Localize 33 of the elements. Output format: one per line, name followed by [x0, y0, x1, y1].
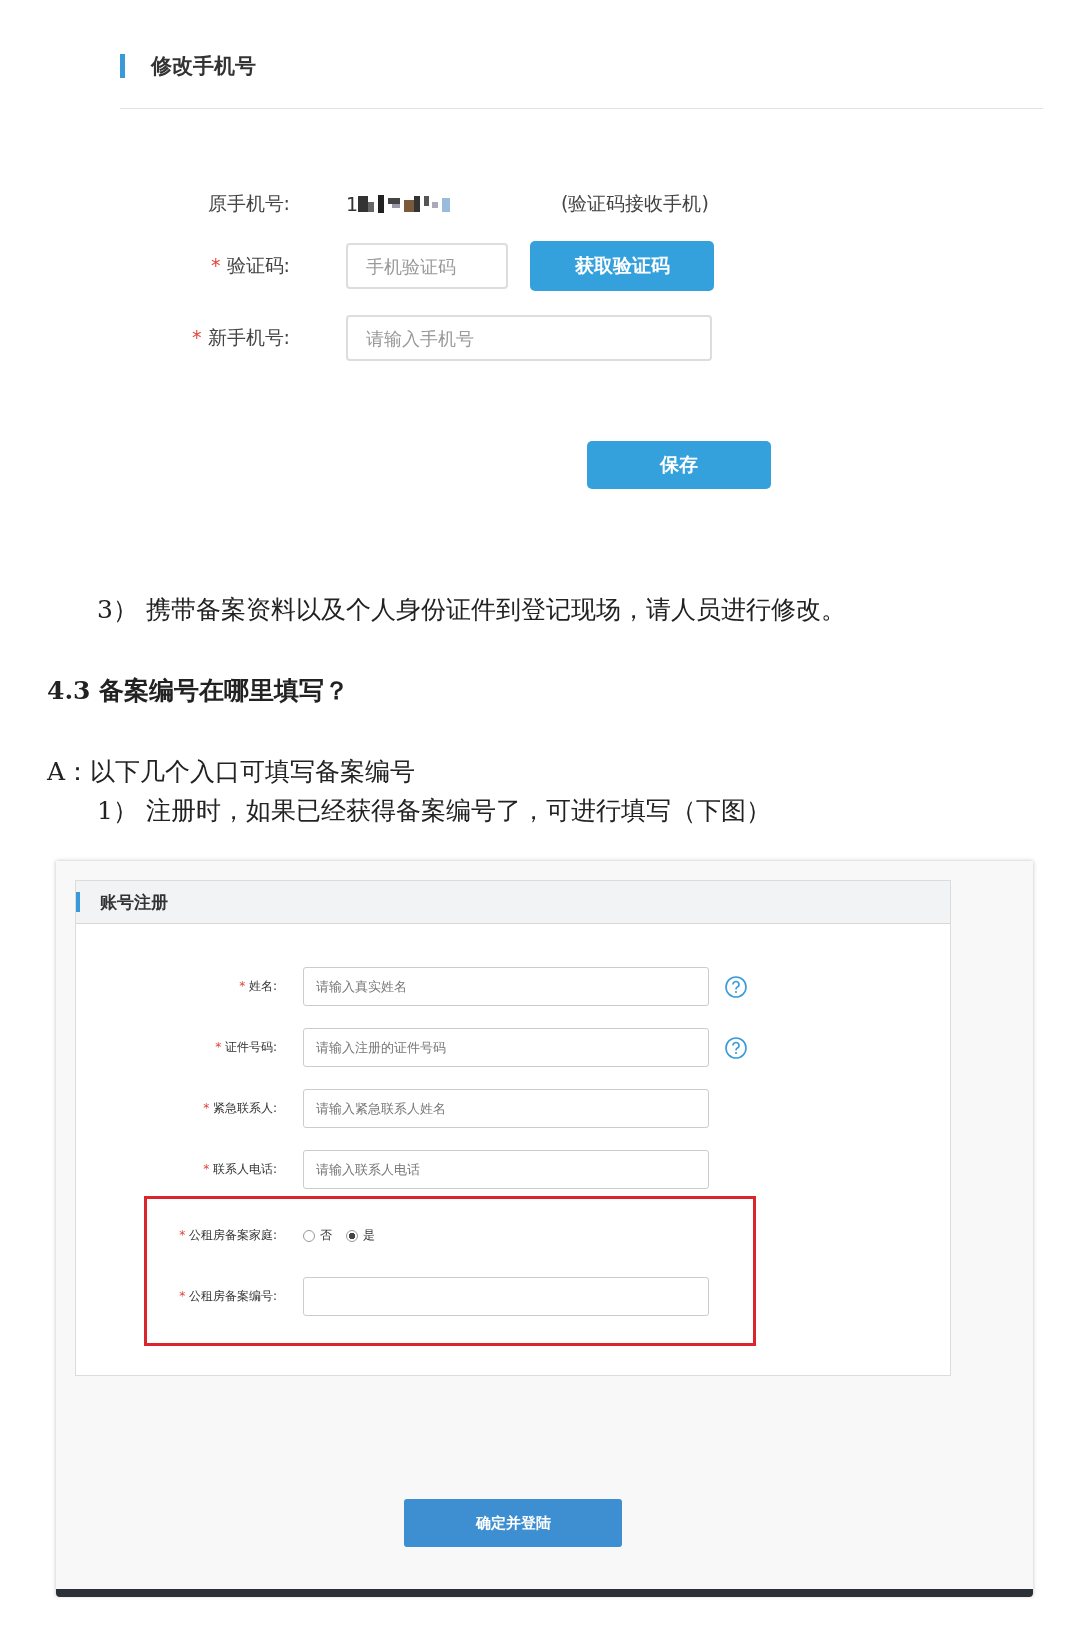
paragraph: A：以下几个入口可填写备案编号	[46, 756, 417, 788]
help-icon[interactable]	[725, 975, 747, 998]
heading-accent-bar	[76, 892, 80, 912]
paragraph: 3） 携带备案资料以及个人身份证件到登记现场，请人员进行修改。	[96, 594, 847, 626]
input-field[interactable]	[303, 1277, 709, 1316]
help-icon[interactable]	[725, 1036, 747, 1059]
field-label: * 姓名:	[238, 978, 278, 995]
field-label: * 公租房备案家庭:	[178, 1227, 278, 1244]
panel-title: 账号注册	[100, 890, 168, 914]
phone-note: (验证码接收手机)	[561, 191, 709, 216]
section-title: 修改手机号	[151, 53, 256, 80]
phone-field[interactable]: 请输入手机号	[346, 315, 712, 361]
section-heading: 4.3 备案编号在哪里填写？	[46, 675, 351, 707]
heading-accent-bar	[120, 54, 125, 78]
field-label: 原手机号:	[206, 191, 291, 216]
input-field[interactable]: 请输入紧急联系人姓名	[303, 1089, 709, 1128]
code-field[interactable]: 手机验证码	[346, 243, 508, 289]
input-field[interactable]: 请输入注册的证件号码	[303, 1028, 709, 1067]
submit-button[interactable]: 确定并登陆	[404, 1499, 622, 1547]
radio-option[interactable]: 是	[346, 1227, 375, 1244]
input-field[interactable]: 请输入联系人电话	[303, 1150, 709, 1189]
field-label: * 验证码:	[210, 253, 291, 278]
field-label: * 证件号码:	[214, 1039, 278, 1056]
radio-option[interactable]: 否	[303, 1227, 332, 1244]
field-label: * 公租房备案编号:	[178, 1288, 278, 1305]
field-label: * 新手机号:	[191, 325, 291, 350]
field-label: * 紧急联系人:	[202, 1100, 278, 1117]
get-code-button[interactable]: 获取验证码	[530, 241, 714, 291]
field-label: * 联系人电话:	[202, 1161, 278, 1178]
paragraph: 1） 注册时，如果已经获得备案编号了，可进行填写（下图）	[96, 795, 772, 827]
input-field[interactable]: 请输入真实姓名	[303, 967, 709, 1006]
save-button[interactable]: 保存	[587, 441, 771, 489]
phone-number: 1	[346, 193, 359, 215]
